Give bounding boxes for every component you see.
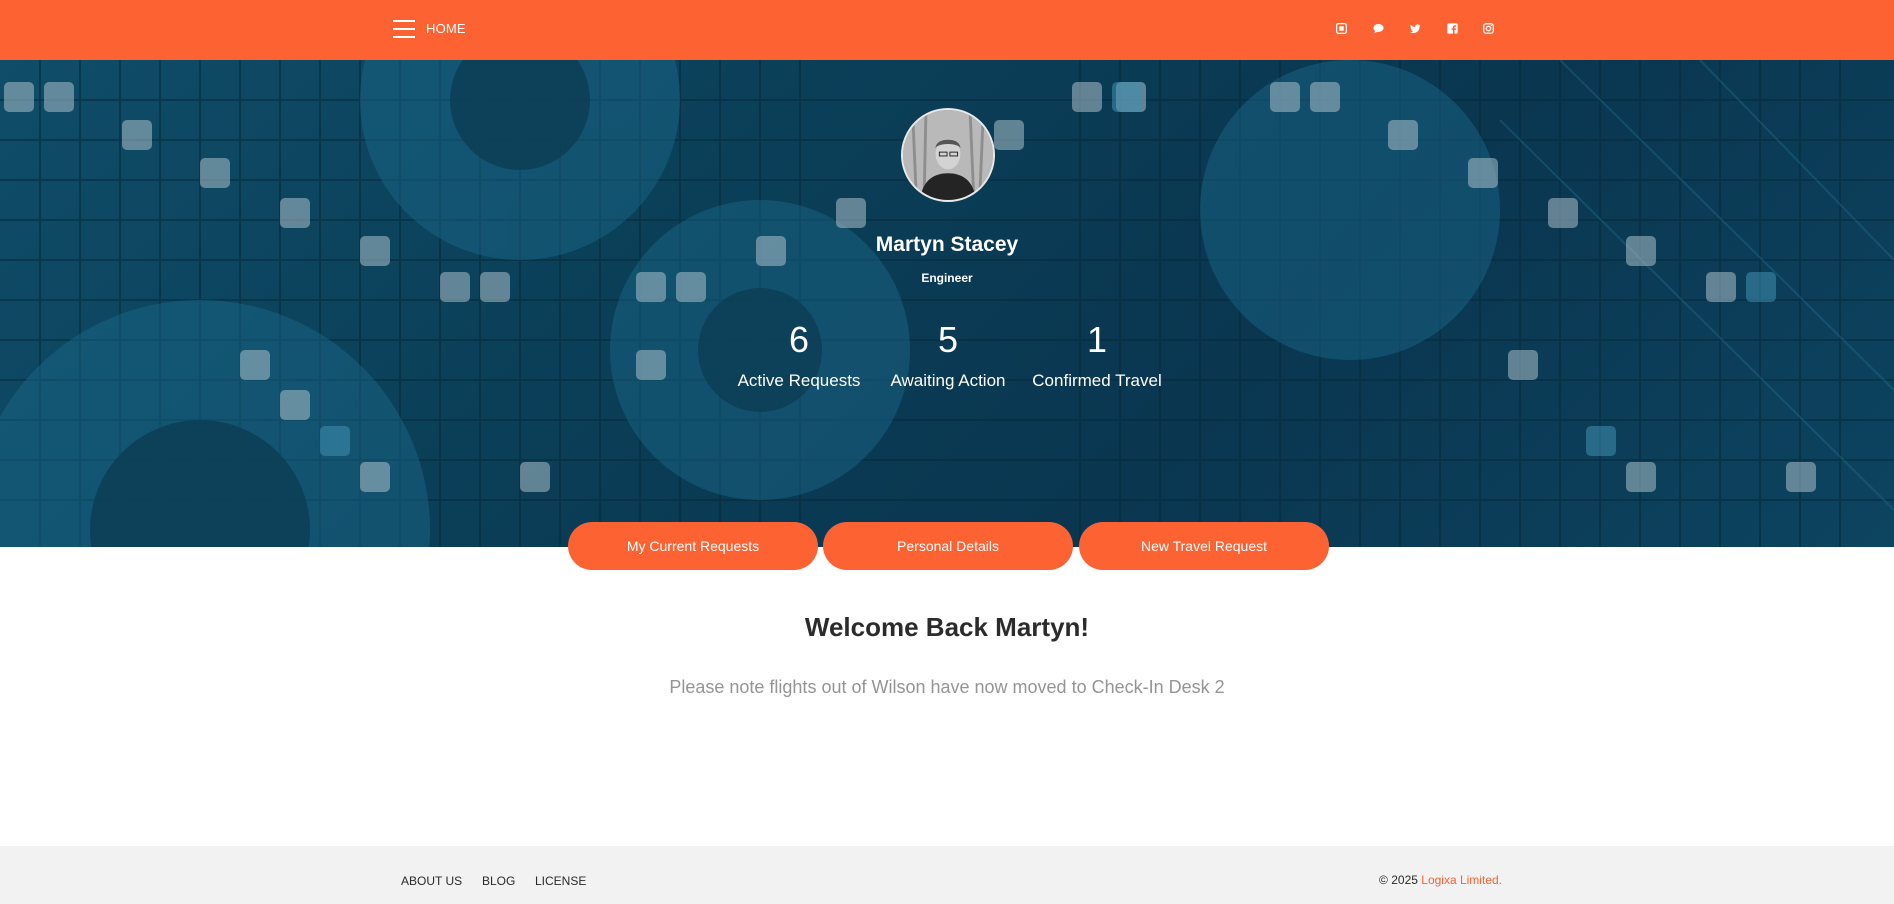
footer: ABOUT US BLOG LICENSE © 2025 Logixa Limi…	[0, 846, 1894, 904]
profile-name: Martyn Stacey	[875, 233, 1019, 256]
stat-awaiting-action: 5 Awaiting Action	[868, 318, 1028, 391]
stat-label: Active Requests	[737, 371, 861, 390]
chat-icon[interactable]	[1371, 21, 1385, 35]
instagram-icon[interactable]	[1481, 21, 1495, 35]
tab-my-current-requests[interactable]: My Current Requests	[568, 522, 818, 570]
stat-label: Confirmed Travel	[1032, 371, 1162, 390]
stat-label: Awaiting Action	[890, 371, 1006, 390]
copyright-suffix: .	[1498, 873, 1502, 887]
welcome-heading: Welcome Back Martyn!	[804, 612, 1090, 642]
tab-personal-details[interactable]: Personal Details	[823, 522, 1073, 570]
profile-role: Engineer	[921, 271, 973, 285]
stat-value: 6	[788, 319, 810, 360]
footer-link-license[interactable]: LICENSE	[535, 874, 586, 888]
stat-value: 1	[1086, 319, 1108, 360]
stat-active-requests: 6 Active Requests	[719, 318, 879, 391]
hamburger-menu-icon[interactable]	[393, 19, 415, 39]
profile-hero: Martyn Stacey Engineer 6 Active Requests…	[0, 60, 1894, 547]
facebook-icon[interactable]	[1445, 21, 1459, 35]
top-navbar: HOME	[0, 0, 1894, 60]
copyright-prefix: © 2025	[1379, 873, 1422, 887]
copyright: © 2025 Logixa Limited.	[1379, 873, 1502, 887]
notice-text: Please note flights out of Wilson have n…	[669, 677, 1225, 697]
square-icon[interactable]	[1334, 21, 1348, 35]
tab-new-travel-request[interactable]: New Travel Request	[1079, 522, 1329, 570]
nav-home-link[interactable]: HOME	[426, 21, 466, 36]
footer-link-blog[interactable]: BLOG	[482, 874, 515, 888]
footer-link-about-us[interactable]: ABOUT US	[401, 874, 462, 888]
stat-confirmed-travel: 1 Confirmed Travel	[1017, 318, 1177, 391]
twitter-icon[interactable]	[1408, 21, 1422, 35]
stat-value: 5	[937, 319, 959, 360]
brand-link[interactable]: Logixa Limited	[1421, 873, 1498, 887]
profile-avatar	[901, 108, 995, 202]
